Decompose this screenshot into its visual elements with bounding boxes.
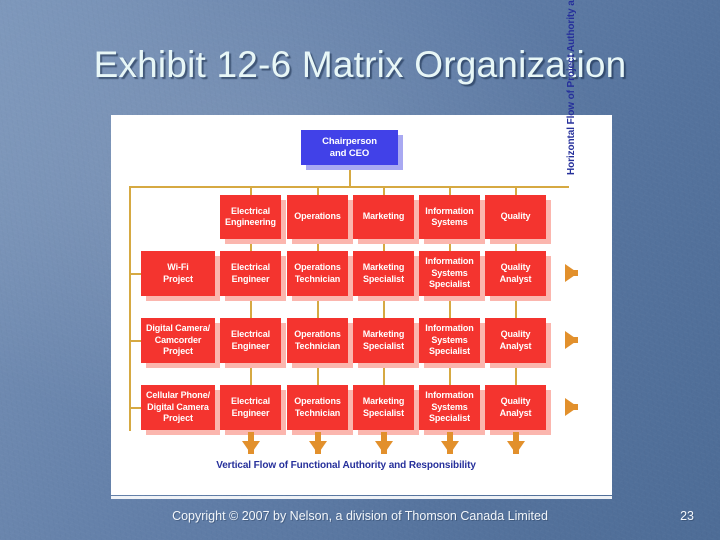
box-function-marketing[interactable]: Marketing: [353, 195, 414, 239]
connector-ceo-drop: [349, 165, 351, 186]
box-label: Electrical Engineer: [230, 396, 271, 418]
box-project-3-role-operations-technician[interactable]: Operations Technician: [287, 385, 348, 430]
box-chairperson-ceo[interactable]: Chairperson and CEO: [301, 130, 398, 165]
caption-vertical-flow: Vertical Flow of Functional Authority an…: [216, 460, 476, 471]
box-label: Quality Analyst: [499, 262, 532, 284]
box-label: Quality: [500, 211, 531, 222]
box-label: Information Systems Specialist: [425, 323, 474, 357]
connector-stub-project-3: [129, 407, 141, 409]
matrix-diagram-panel: Chairperson and CEO Electrical Engineeri…: [111, 0, 612, 495]
box-label: Operations Technician: [294, 329, 341, 351]
box-function-electrical-engineering[interactable]: Electrical Engineering: [220, 195, 281, 239]
arrow-down-marketing-icon: [375, 432, 393, 454]
box-label: Marketing Specialist: [362, 329, 405, 351]
box-label: Cellular Phone/ Digital Camera Project: [145, 390, 210, 424]
box-project-2-role-marketing-specialist[interactable]: Marketing Specialist: [353, 318, 414, 363]
box-project-2-role-information-systems-specialist[interactable]: Information Systems Specialist: [419, 318, 480, 363]
slide-title: Exhibit 12-6 Matrix Organization: [93, 44, 627, 85]
box-label: Marketing Specialist: [362, 262, 405, 284]
connector-project-spine: [129, 186, 131, 431]
box-function-information-systems[interactable]: Information Systems: [419, 195, 480, 239]
box-project-1-role-electrical-engineer[interactable]: Electrical Engineer: [220, 251, 281, 296]
footer-page-number: 23: [680, 509, 694, 523]
box-project-3[interactable]: Cellular Phone/ Digital Camera Project: [141, 385, 215, 430]
box-project-2-role-quality-analyst[interactable]: Quality Analyst: [485, 318, 546, 363]
box-label: Electrical Engineering: [225, 205, 276, 228]
box-label: Information Systems Specialist: [425, 256, 474, 290]
connector-stub-project-1: [129, 273, 141, 275]
box-project-3-role-electrical-engineer[interactable]: Electrical Engineer: [220, 385, 281, 430]
box-project-1-role-quality-analyst[interactable]: Quality Analyst: [485, 251, 546, 296]
arrow-right-project-1-icon: [565, 264, 578, 282]
box-project-1[interactable]: Wi-Fi Project: [141, 251, 215, 296]
slide: Exhibit 12-6 Matrix Organization Chairpe…: [0, 0, 720, 540]
arrow-right-project-2-icon: [565, 331, 578, 349]
box-label: Information Systems: [425, 205, 474, 228]
box-project-2-role-electrical-engineer[interactable]: Electrical Engineer: [220, 318, 281, 363]
arrow-down-quality-icon: [507, 432, 525, 454]
box-project-1-role-information-systems-specialist[interactable]: Information Systems Specialist: [419, 251, 480, 296]
arrow-down-operations-icon: [309, 432, 327, 454]
box-label: Electrical Engineer: [230, 329, 271, 351]
box-label: Electrical Engineer: [230, 262, 271, 284]
arrow-down-information-systems-icon: [441, 432, 459, 454]
footer-copyright: Copyright © 2007 by Nelson, a division o…: [172, 509, 548, 523]
footer-divider: [111, 496, 612, 499]
box-project-1-role-marketing-specialist[interactable]: Marketing Specialist: [353, 251, 414, 296]
box-label: Operations: [294, 211, 341, 222]
caption-horizontal-flow: Horizontal Flow of Project Authority and…: [566, 0, 577, 175]
box-label: Marketing Specialist: [362, 396, 405, 418]
box-label: Digital Camera/ Camcorder Project: [145, 323, 211, 357]
box-project-3-role-information-systems-specialist[interactable]: Information Systems Specialist: [419, 385, 480, 430]
box-function-operations[interactable]: Operations: [287, 195, 348, 239]
box-label: Operations Technician: [294, 262, 341, 284]
box-label: Information Systems Specialist: [425, 390, 474, 424]
arrow-right-project-3-icon: [565, 398, 578, 416]
box-project-2-role-operations-technician[interactable]: Operations Technician: [287, 318, 348, 363]
box-label: Wi-Fi Project: [163, 262, 193, 284]
connector-stub-project-2: [129, 340, 141, 342]
box-label: Chairperson and CEO: [322, 136, 377, 159]
box-label: Marketing: [362, 211, 405, 222]
box-project-3-role-marketing-specialist[interactable]: Marketing Specialist: [353, 385, 414, 430]
box-label: Operations Technician: [294, 396, 341, 418]
connector-horizontal-bus: [129, 186, 569, 188]
box-project-2[interactable]: Digital Camera/ Camcorder Project: [141, 318, 215, 363]
box-function-quality[interactable]: Quality: [485, 195, 546, 239]
box-project-1-role-operations-technician[interactable]: Operations Technician: [287, 251, 348, 296]
box-project-3-role-quality-analyst[interactable]: Quality Analyst: [485, 385, 546, 430]
box-label: Quality Analyst: [499, 329, 532, 351]
box-label: Quality Analyst: [499, 396, 532, 418]
arrow-down-electrical-engineering-icon: [242, 432, 260, 454]
